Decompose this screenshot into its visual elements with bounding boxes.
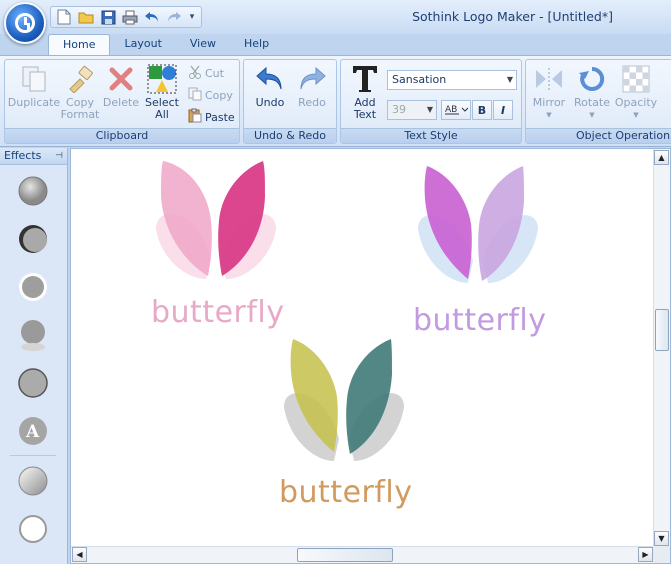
window-title: Sothink Logo Maker - [Untitled*]: [412, 9, 613, 24]
redo-icon[interactable]: [165, 8, 183, 26]
horizontal-scroll-thumb[interactable]: [297, 548, 393, 562]
logo-text-olive: butterfly: [279, 475, 413, 510]
letter-spacing-icon: AB: [444, 102, 469, 119]
opacity-checker-icon: [621, 64, 651, 94]
text-style-group: Add Text Sansation ▼ 39 ▼ AB B I Text St…: [340, 59, 522, 144]
delete-icon: [106, 64, 136, 94]
scroll-down-icon[interactable]: ▼: [654, 531, 669, 546]
pin-icon[interactable]: ⊣: [55, 148, 63, 164]
object-operation-group-label: Object Operation: [526, 128, 671, 143]
undo-redo-group: Undo Redo Undo & Redo: [243, 59, 337, 144]
mirror-icon: [534, 64, 564, 94]
add-text-button[interactable]: Add Text: [345, 64, 385, 121]
vertical-scroll-thumb[interactable]: [655, 309, 669, 351]
scissors-icon: [188, 65, 202, 82]
ribbon: Duplicate Copy Format Delete Select All: [0, 55, 671, 147]
bold-button[interactable]: B: [472, 100, 492, 120]
butterfly-pink-icon: [156, 161, 276, 279]
effect-glossy-circle[interactable]: [16, 464, 50, 498]
clipboard-group-label: Clipboard: [5, 128, 239, 143]
effect-reflection-circle[interactable]: [16, 318, 50, 352]
canvas-area: butterfly butterfly butterfly ▲ ▼ ◀ ▶: [70, 148, 671, 564]
object-operation-group: Mirror ▼ Rotate ▼ Opacity ▼ Object Opera…: [525, 59, 671, 144]
effect-bevel-circle[interactable]: [16, 222, 50, 256]
open-folder-icon[interactable]: [77, 8, 95, 26]
cut-button[interactable]: Cut: [188, 64, 224, 82]
scroll-right-icon[interactable]: ▶: [638, 547, 653, 562]
design-canvas[interactable]: butterfly butterfly butterfly: [71, 149, 654, 547]
select-all-button[interactable]: Select All: [143, 64, 181, 121]
svg-text:A: A: [25, 422, 40, 442]
effect-text-circle[interactable]: A: [16, 414, 50, 448]
chevron-down-icon: ▼: [426, 105, 433, 114]
quick-access-toolbar: ▾: [50, 6, 202, 28]
text-style-group-label: Text Style: [341, 128, 521, 143]
opacity-button[interactable]: Opacity ▼: [614, 64, 658, 121]
scrollbar-corner: [653, 546, 670, 563]
tab-layout[interactable]: Layout: [110, 34, 175, 55]
undo-arrow-icon: [255, 64, 285, 94]
effect-gradient-circle[interactable]: [16, 174, 50, 208]
title-bar: ▾ Sothink Logo Maker - [Untitled*]: [0, 0, 671, 34]
logo-text-pink: butterfly: [151, 295, 285, 330]
paste-button[interactable]: Paste: [188, 108, 235, 126]
chevron-down-icon: ▼: [633, 111, 639, 119]
select-all-icon: [147, 64, 177, 94]
text-t-icon: [350, 64, 380, 94]
copy-button[interactable]: Copy: [188, 86, 233, 104]
font-size-select[interactable]: 39 ▼: [387, 100, 437, 120]
vertical-scrollbar[interactable]: ▲ ▼: [653, 149, 670, 547]
print-icon[interactable]: [121, 8, 139, 26]
effect-ring-circle[interactable]: [16, 512, 50, 546]
format-painter-icon: [65, 64, 95, 94]
undo-icon[interactable]: [143, 8, 161, 26]
delete-button[interactable]: Delete: [101, 64, 141, 109]
rotate-icon: [577, 64, 607, 94]
tab-help[interactable]: Help: [230, 34, 283, 55]
butterfly-olive-icon: [284, 339, 404, 461]
effects-panel-header: Effects ⊣: [0, 148, 67, 165]
effects-panel: Effects ⊣ A: [0, 148, 68, 564]
chevron-down-icon: ▼: [506, 75, 513, 84]
effect-stroke-circle[interactable]: [16, 366, 50, 400]
undo-redo-group-label: Undo & Redo: [244, 128, 336, 143]
horizontal-scrollbar[interactable]: ◀ ▶: [71, 546, 654, 563]
copy-icon: [188, 87, 202, 104]
clipboard-group: Duplicate Copy Format Delete Select All: [4, 59, 240, 144]
chevron-down-icon: ▼: [546, 111, 552, 119]
ribbon-tabs: Home Layout View Help: [48, 34, 283, 55]
scroll-up-icon[interactable]: ▲: [654, 150, 669, 165]
redo-button[interactable]: Redo: [292, 64, 332, 109]
font-family-select[interactable]: Sansation ▼: [387, 70, 517, 90]
effects-divider: [10, 455, 56, 456]
logo-text-purple: butterfly: [413, 303, 547, 338]
undo-button[interactable]: Undo: [250, 64, 290, 109]
text-spacing-button[interactable]: AB: [441, 100, 471, 120]
paste-icon: [188, 108, 202, 126]
duplicate-button[interactable]: Duplicate: [8, 64, 60, 109]
rotate-button[interactable]: Rotate ▼: [572, 64, 612, 121]
application-button[interactable]: [4, 2, 46, 44]
app-logo-icon: [15, 13, 35, 33]
save-icon[interactable]: [99, 8, 117, 26]
butterfly-purple-icon: [418, 166, 538, 283]
tab-view[interactable]: View: [176, 34, 230, 55]
mirror-button[interactable]: Mirror ▼: [528, 64, 570, 121]
tab-home[interactable]: Home: [48, 34, 111, 55]
new-file-icon[interactable]: [55, 8, 73, 26]
redo-arrow-icon: [297, 64, 327, 94]
customize-toolbar-icon[interactable]: ▾: [187, 9, 197, 25]
scroll-left-icon[interactable]: ◀: [72, 547, 87, 562]
effect-outline-circle[interactable]: [16, 270, 50, 304]
italic-button[interactable]: I: [493, 100, 513, 120]
copy-format-button[interactable]: Copy Format: [59, 64, 101, 121]
duplicate-icon: [19, 64, 49, 94]
chevron-down-icon: ▼: [589, 111, 595, 119]
